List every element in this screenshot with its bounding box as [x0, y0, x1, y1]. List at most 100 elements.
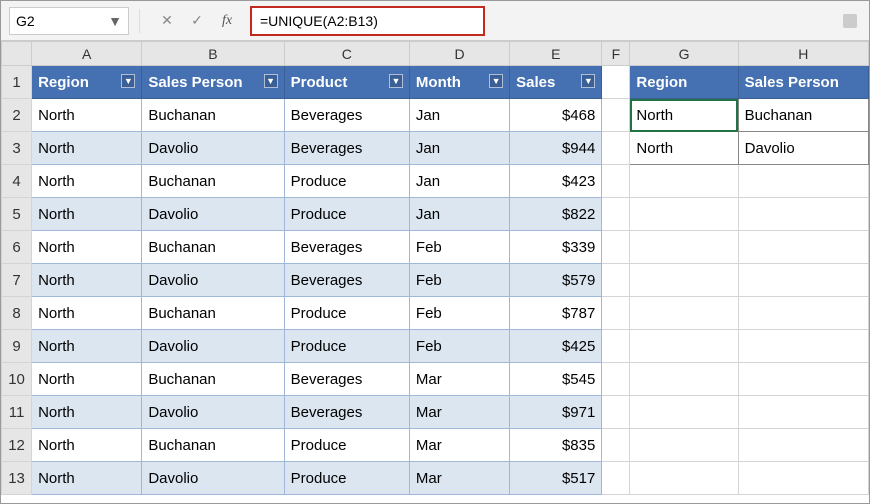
- cell-D2[interactable]: Jan: [409, 99, 509, 132]
- cell-B12[interactable]: Buchanan: [142, 429, 284, 462]
- cell-D12[interactable]: Mar: [409, 429, 509, 462]
- cell-G3[interactable]: North: [630, 132, 738, 165]
- cell-C5[interactable]: Produce: [284, 198, 409, 231]
- cell-B9[interactable]: Davolio: [142, 330, 284, 363]
- cell-H3[interactable]: Davolio: [738, 132, 868, 165]
- cell-G7[interactable]: [630, 264, 738, 297]
- cell-G5[interactable]: [630, 198, 738, 231]
- cell-B4[interactable]: Buchanan: [142, 165, 284, 198]
- cell-C11[interactable]: Beverages: [284, 396, 409, 429]
- cell-E4[interactable]: $423: [510, 165, 602, 198]
- cell-E5[interactable]: $822: [510, 198, 602, 231]
- cell-A6[interactable]: North: [32, 231, 142, 264]
- cell-B7[interactable]: Davolio: [142, 264, 284, 297]
- col-header-D[interactable]: D: [409, 42, 509, 66]
- cell-A2[interactable]: North: [32, 99, 142, 132]
- cell-A8[interactable]: North: [32, 297, 142, 330]
- cell-F12[interactable]: [602, 429, 630, 462]
- cell-H7[interactable]: [738, 264, 868, 297]
- cell-F3[interactable]: [602, 132, 630, 165]
- enter-icon[interactable]: ✓: [188, 12, 206, 29]
- cell-D11[interactable]: Mar: [409, 396, 509, 429]
- cell-G2[interactable]: North: [630, 99, 738, 132]
- dropdown-icon[interactable]: ▼: [108, 13, 122, 29]
- cell-H9[interactable]: [738, 330, 868, 363]
- table2-header-salesperson[interactable]: Sales Person: [738, 66, 868, 99]
- cell-H13[interactable]: [738, 462, 868, 495]
- cell-H12[interactable]: [738, 429, 868, 462]
- cell-C4[interactable]: Produce: [284, 165, 409, 198]
- cell-G9[interactable]: [630, 330, 738, 363]
- cell-A9[interactable]: North: [32, 330, 142, 363]
- cell-E9[interactable]: $425: [510, 330, 602, 363]
- expand-formula-bar-icon[interactable]: [843, 14, 857, 28]
- cell-A10[interactable]: North: [32, 363, 142, 396]
- row-header-12[interactable]: 12: [2, 429, 32, 462]
- cell-F6[interactable]: [602, 231, 630, 264]
- cell-C7[interactable]: Beverages: [284, 264, 409, 297]
- cell-D8[interactable]: Feb: [409, 297, 509, 330]
- cell-H4[interactable]: [738, 165, 868, 198]
- cell-G13[interactable]: [630, 462, 738, 495]
- cell-C10[interactable]: Beverages: [284, 363, 409, 396]
- cell-B3[interactable]: Davolio: [142, 132, 284, 165]
- cell-A5[interactable]: North: [32, 198, 142, 231]
- col-header-A[interactable]: A: [32, 42, 142, 66]
- cell-B11[interactable]: Davolio: [142, 396, 284, 429]
- cell-E8[interactable]: $787: [510, 297, 602, 330]
- cell-H2[interactable]: Buchanan: [738, 99, 868, 132]
- row-header-8[interactable]: 8: [2, 297, 32, 330]
- cell-C2[interactable]: Beverages: [284, 99, 409, 132]
- cell-F2[interactable]: [602, 99, 630, 132]
- cell-G8[interactable]: [630, 297, 738, 330]
- cell-E7[interactable]: $579: [510, 264, 602, 297]
- select-all-corner[interactable]: [2, 42, 32, 66]
- cell-B13[interactable]: Davolio: [142, 462, 284, 495]
- cell-D9[interactable]: Feb: [409, 330, 509, 363]
- row-header-9[interactable]: 9: [2, 330, 32, 363]
- cell-A7[interactable]: North: [32, 264, 142, 297]
- fx-icon[interactable]: fx: [218, 13, 236, 29]
- row-header-13[interactable]: 13: [2, 462, 32, 495]
- table1-header-product[interactable]: Product▼: [284, 66, 409, 99]
- cell-E13[interactable]: $517: [510, 462, 602, 495]
- cell-D10[interactable]: Mar: [409, 363, 509, 396]
- spreadsheet-grid[interactable]: A B C D E F G H 1 Region▼ Sales Person▼ …: [1, 41, 869, 495]
- cancel-icon[interactable]: ✕: [158, 12, 176, 29]
- cell-A12[interactable]: North: [32, 429, 142, 462]
- filter-dropdown-icon[interactable]: ▼: [489, 74, 503, 88]
- filter-dropdown-icon[interactable]: ▼: [121, 74, 135, 88]
- row-header-1[interactable]: 1: [2, 66, 32, 99]
- cell-G4[interactable]: [630, 165, 738, 198]
- cell-C12[interactable]: Produce: [284, 429, 409, 462]
- table1-header-region[interactable]: Region▼: [32, 66, 142, 99]
- cell-E6[interactable]: $339: [510, 231, 602, 264]
- table2-header-region[interactable]: Region: [630, 66, 738, 99]
- col-header-H[interactable]: H: [738, 42, 868, 66]
- cell-E10[interactable]: $545: [510, 363, 602, 396]
- filter-dropdown-icon[interactable]: ▼: [264, 74, 278, 88]
- cell-F4[interactable]: [602, 165, 630, 198]
- cell-C8[interactable]: Produce: [284, 297, 409, 330]
- cell-F10[interactable]: [602, 363, 630, 396]
- row-header-4[interactable]: 4: [2, 165, 32, 198]
- table1-header-sales[interactable]: Sales▼: [510, 66, 602, 99]
- cell-F8[interactable]: [602, 297, 630, 330]
- row-header-5[interactable]: 5: [2, 198, 32, 231]
- cell-D5[interactable]: Jan: [409, 198, 509, 231]
- col-header-B[interactable]: B: [142, 42, 284, 66]
- cell-D7[interactable]: Feb: [409, 264, 509, 297]
- row-header-2[interactable]: 2: [2, 99, 32, 132]
- cell-E11[interactable]: $971: [510, 396, 602, 429]
- cell-E12[interactable]: $835: [510, 429, 602, 462]
- cell-B2[interactable]: Buchanan: [142, 99, 284, 132]
- cell-B8[interactable]: Buchanan: [142, 297, 284, 330]
- name-box[interactable]: G2 ▼: [9, 7, 129, 35]
- col-header-E[interactable]: E: [510, 42, 602, 66]
- cell-H6[interactable]: [738, 231, 868, 264]
- cell-G10[interactable]: [630, 363, 738, 396]
- row-header-7[interactable]: 7: [2, 264, 32, 297]
- col-header-G[interactable]: G: [630, 42, 738, 66]
- cell-G6[interactable]: [630, 231, 738, 264]
- cell-H5[interactable]: [738, 198, 868, 231]
